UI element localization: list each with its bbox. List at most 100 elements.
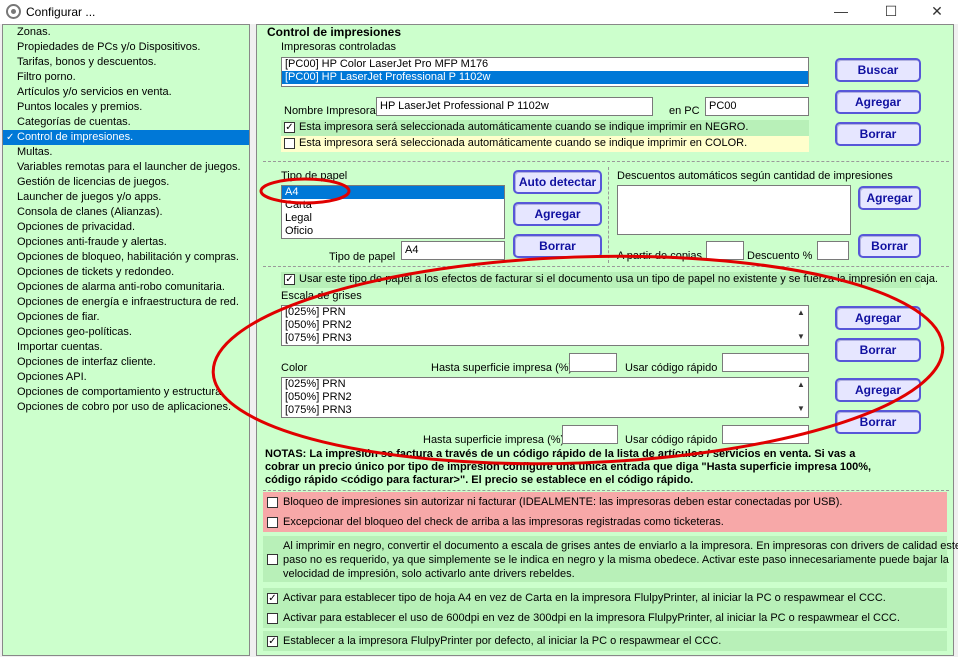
paper-item[interactable]: Legal	[282, 212, 504, 225]
use-paper-row: ✓ Usar este tipo de papel a los efectos …	[281, 272, 938, 288]
group-title: Control de impresiones	[267, 25, 402, 39]
sidebar-item[interactable]: Filtro porno.	[3, 70, 249, 85]
sidebar-item-label: Opciones de privacidad.	[17, 221, 136, 233]
color-surface-field[interactable]	[562, 425, 618, 444]
sidebar-item[interactable]: Puntos locales y premios.	[3, 100, 249, 115]
color-item[interactable]: [050%] PRN2	[282, 391, 808, 404]
sidebar-item[interactable]: Opciones anti-fraude y alertas.	[3, 235, 249, 250]
sidebar-item[interactable]: Launcher de juegos y/o apps.	[3, 190, 249, 205]
add-color-button[interactable]: Agregar	[835, 378, 921, 402]
paper-type-field-label: Tipo de papel	[329, 251, 396, 263]
sidebar-item[interactable]: Opciones de bloqueo, habilitación y comp…	[3, 250, 249, 265]
close-button[interactable]: ✕	[922, 3, 952, 20]
block-unauthorized-checkbox[interactable]	[267, 497, 278, 508]
default-printer-checkbox[interactable]: ✓	[267, 636, 278, 647]
scroll-up-icon[interactable]: ▲	[795, 308, 807, 317]
sidebar-item[interactable]: Opciones API.	[3, 370, 249, 385]
color-printer-checkbox[interactable]	[284, 138, 295, 149]
sidebar-item[interactable]: Propiedades de PCs y/o Dispositivos.	[3, 40, 249, 55]
sidebar-item-label: Opciones de energía e infraestructura de…	[17, 296, 239, 308]
a4-default-label: Activar para establecer tipo de hoja A4 …	[283, 592, 886, 604]
dpi600-checkbox[interactable]	[267, 613, 278, 624]
grayscale-label: Escala de grises	[281, 290, 362, 302]
sidebar-item[interactable]: Multas.	[3, 145, 249, 160]
delete-printer-button[interactable]: Borrar	[835, 122, 921, 146]
grayscale-list[interactable]: [025%] PRN [050%] PRN2 [075%] PRN3 ▲ ▼	[281, 305, 809, 346]
sidebar-item-label: Opciones de interfaz cliente.	[17, 356, 156, 368]
auto-detect-button[interactable]: Auto detectar	[513, 170, 602, 194]
delete-paper-button[interactable]: Borrar	[513, 234, 602, 258]
sidebar-item-label: Opciones anti-fraude y alertas.	[17, 236, 167, 248]
sidebar-item[interactable]: Opciones de fiar.	[3, 310, 249, 325]
from-copies-label: A partir de copias	[617, 250, 702, 262]
sidebar-item[interactable]: Consola de clanes (Alianzas).	[3, 205, 249, 220]
grayscale-item[interactable]: [075%] PRN3	[282, 332, 808, 345]
pc-field[interactable]: PC00	[705, 97, 809, 116]
sidebar-item[interactable]: Gestión de licencias de juegos.	[3, 175, 249, 190]
sidebar-item[interactable]: Opciones de interfaz cliente.	[3, 355, 249, 370]
sidebar-item[interactable]: Opciones de energía e infraestructura de…	[3, 295, 249, 310]
search-printer-button[interactable]: Buscar	[835, 58, 921, 82]
maximize-button[interactable]: ☐	[876, 3, 906, 20]
sidebar-nav: Zonas. Propiedades de PCs y/o Dispositivo…	[2, 24, 250, 656]
paper-type-list[interactable]: A4 Carta Legal Oficio	[281, 185, 505, 239]
grayscale-item[interactable]: [025%] PRN	[282, 306, 808, 319]
notes-text: NOTAS: La impresión se factura a través …	[265, 448, 951, 487]
sidebar-item[interactable]: Opciones geo-políticas.	[3, 325, 249, 340]
add-grayscale-button[interactable]: Agregar	[835, 306, 921, 330]
sidebar-item[interactable]: Categorías de cuentas.	[3, 115, 249, 130]
sidebar-item[interactable]: Variables remotas para el launcher de ju…	[3, 160, 249, 175]
printer-item[interactable]: [PC00] HP Color LaserJet Pro MFP M176	[282, 58, 808, 71]
delete-color-button[interactable]: Borrar	[835, 410, 921, 434]
flulpy-options-band: ✓ Activar para establecer tipo de hoja A…	[263, 588, 947, 628]
discount-percent-field[interactable]	[817, 241, 849, 260]
sidebar-item[interactable]: Opciones de comportamiento y estructura.	[3, 385, 249, 400]
color-code-field[interactable]	[722, 425, 809, 444]
paper-item[interactable]: Oficio	[282, 225, 504, 238]
sidebar-item[interactable]: Opciones de privacidad.	[3, 220, 249, 235]
sidebar-item[interactable]: Zonas.	[3, 25, 249, 40]
discounts-list[interactable]	[617, 185, 851, 235]
sidebar-item[interactable]: Opciones de alarma anti-robo comunitaria…	[3, 280, 249, 295]
sidebar-item[interactable]: ✓ Control de impresiones.	[3, 130, 249, 145]
add-discount-button[interactable]: Agregar	[858, 186, 921, 210]
black-printer-checkbox[interactable]: ✓	[284, 122, 295, 133]
grayscale-surface-field[interactable]	[569, 353, 617, 372]
paper-item-selected[interactable]: A4	[282, 186, 504, 199]
color-list[interactable]: [025%] PRN [050%] PRN2 [075%] PRN3 ▲ ▼	[281, 377, 809, 418]
add-printer-button[interactable]: Agregar	[835, 90, 921, 114]
sidebar-item-label: Filtro porno.	[17, 71, 76, 83]
a4-default-checkbox[interactable]: ✓	[267, 593, 278, 604]
use-paper-label: Usar este tipo de papel a los efectos de…	[299, 273, 938, 285]
use-paper-checkbox[interactable]: ✓	[284, 274, 295, 285]
sidebar-item[interactable]: Importar cuentas.	[3, 340, 249, 355]
paper-item[interactable]: Carta	[282, 199, 504, 212]
sidebar-item[interactable]: Opciones de tickets y redondeo.	[3, 265, 249, 280]
add-paper-button[interactable]: Agregar	[513, 202, 602, 226]
printing-control-panel: Control de impresiones Impresoras contro…	[256, 24, 958, 656]
sidebar-item[interactable]: Artículos y/o servicios en venta.	[3, 85, 249, 100]
printers-list[interactable]: [PC00] HP Color LaserJet Pro MFP M176 [P…	[281, 57, 809, 87]
color-item[interactable]: [025%] PRN	[282, 378, 808, 391]
printer-name-field[interactable]: HP LaserJet Professional P 1102w	[376, 97, 653, 116]
scroll-down-icon[interactable]: ▼	[795, 404, 807, 413]
minimize-button[interactable]: —	[826, 3, 856, 19]
sidebar-list: Zonas. Propiedades de PCs y/o Dispositivo…	[3, 25, 249, 415]
color-item[interactable]: [075%] PRN3	[282, 404, 808, 417]
grayscale-convert-checkbox[interactable]	[267, 554, 278, 565]
except-ticket-checkbox[interactable]	[267, 517, 278, 528]
scroll-down-icon[interactable]: ▼	[795, 332, 807, 341]
delete-grayscale-button[interactable]: Borrar	[835, 338, 921, 362]
block-options-band: Bloqueo de impresiones sin autorizar ni …	[263, 492, 947, 532]
notes-line: NOTAS: La impresión se factura a través …	[265, 448, 856, 460]
delete-discount-button[interactable]: Borrar	[858, 234, 921, 258]
printer-item-selected[interactable]: [PC00] HP LaserJet Professional P 1102w	[282, 71, 808, 84]
paper-type-field[interactable]: A4	[401, 241, 505, 260]
from-copies-field[interactable]	[706, 241, 744, 260]
grayscale-code-field[interactable]	[722, 353, 809, 372]
scroll-up-icon[interactable]: ▲	[795, 380, 807, 389]
grayscale-item[interactable]: [050%] PRN2	[282, 319, 808, 332]
sidebar-item[interactable]: Opciones de cobro por uso de aplicacione…	[3, 400, 249, 415]
sidebar-item-label: Opciones de fiar.	[17, 311, 100, 323]
sidebar-item[interactable]: Tarifas, bonos y descuentos.	[3, 55, 249, 70]
